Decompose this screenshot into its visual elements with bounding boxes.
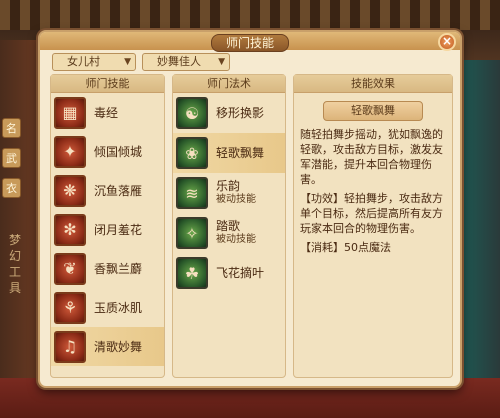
shadow-icon: ☯ [176, 97, 208, 129]
side-tag-3[interactable]: 衣 [2, 178, 21, 198]
roof-decoration [0, 0, 500, 30]
skill-item[interactable]: ❋ 沉鱼落雁 [51, 171, 164, 210]
scroll-icon: ▦ [54, 96, 86, 129]
bird-icon: ❋ [54, 174, 86, 207]
passive-label: 被动技能 [216, 194, 256, 205]
flower-icon: ✻ [54, 213, 86, 246]
skill-name: 闭月羞花 [94, 222, 143, 237]
spell-item[interactable]: ☘ 飞花摘叶 [173, 253, 285, 293]
leaf-icon: ☘ [176, 257, 208, 289]
spell-name: 飞花摘叶 [216, 266, 265, 280]
school-spells-panel: 师门法术 ☯ 移形换影 ❀ 轻歌飘舞 ≋ 乐韵 被动技能 ✧ 踏歌 被动技能 ☘… [172, 74, 286, 378]
school-spells-header: 师门法术 [173, 75, 285, 93]
spell-name: 移形换影 [216, 106, 265, 120]
side-tag-2[interactable]: 武 [2, 148, 21, 168]
dancer-icon: ✦ [54, 135, 86, 168]
skill-name: 沉鱼落雁 [94, 183, 143, 198]
watermark-text: 梦幻工具 [8, 233, 21, 295]
spell-name: 乐韵 被动技能 [216, 179, 256, 205]
skill-effect-panel: 技能效果 轻歌飘舞 随轻拍舞步摇动，犹如飘逸的轻歌，攻击敌方目标，激发友军潜能，… [293, 74, 453, 378]
school-select[interactable]: 女儿村 ▼ [52, 53, 136, 71]
skill-item[interactable]: ✻ 闭月羞花 [51, 210, 164, 249]
skill-name: 玉质冰肌 [94, 300, 143, 315]
effect-cost-text: 【消耗】50点魔法 [300, 241, 391, 254]
music-icon: ≋ [176, 177, 208, 209]
skill-item[interactable]: ▦ 毒经 [51, 93, 164, 132]
spell-item[interactable]: ☯ 移形换影 [173, 93, 285, 133]
spell-name: 踏歌 被动技能 [216, 219, 256, 245]
orchid-icon: ❦ [54, 252, 86, 285]
skill-item[interactable]: ⚘ 玉质冰肌 [51, 288, 164, 327]
spell-name: 轻歌飘舞 [216, 146, 265, 160]
left-wall [0, 40, 40, 418]
close-icon: × [441, 34, 453, 48]
skill-item-selected[interactable]: ♫ 清歌妙舞 [51, 327, 164, 366]
step-icon: ✧ [176, 217, 208, 249]
passive-label: 被动技能 [216, 234, 256, 245]
jade-icon: ⚘ [54, 291, 86, 324]
skill-name: 香飘兰麝 [94, 261, 143, 276]
title-bar: 师门技能 [40, 32, 460, 52]
school-select-value: 女儿村 [67, 55, 100, 68]
chevron-down-icon: ▼ [124, 57, 131, 67]
effect-desc-text: 随轻拍舞步摇动，犹如飘逸的轻歌，攻击敌方目标，激发友军潜能，提升本回合物理伤害。 [300, 128, 443, 186]
spell-item[interactable]: ≋ 乐韵 被动技能 [173, 173, 285, 213]
school-skills-header: 师门技能 [51, 75, 164, 93]
effect-description: 随轻拍舞步摇动，犹如飘逸的轻歌，攻击敌方目标，激发友军潜能，提升本回合物理伤害。… [294, 121, 452, 255]
skill-name: 倾国倾城 [94, 144, 143, 159]
skill-effect-header: 技能效果 [294, 75, 452, 93]
skill-item[interactable]: ❦ 香飘兰麝 [51, 249, 164, 288]
right-wall [460, 60, 500, 418]
song-icon: ♫ [54, 330, 86, 363]
school-skills-list: ▦ 毒经 ✦ 倾国倾城 ❋ 沉鱼落雁 ✻ 闭月羞花 ❦ 香飘兰麝 ⚘ 玉质冰肌 [51, 93, 164, 366]
chevron-down-icon: ▼ [218, 57, 225, 67]
title-select[interactable]: 妙舞佳人 ▼ [142, 53, 230, 71]
spell-item[interactable]: ✧ 踏歌 被动技能 [173, 213, 285, 253]
skill-name: 清歌妙舞 [94, 339, 143, 354]
close-button[interactable]: × [438, 33, 456, 51]
skill-item[interactable]: ✦ 倾国倾城 [51, 132, 164, 171]
title-select-value: 妙舞佳人 [157, 55, 201, 68]
school-skills-panel: 师门技能 ▦ 毒经 ✦ 倾国倾城 ❋ 沉鱼落雁 ✻ 闭月羞花 ❦ 香飘兰麝 ⚘ … [50, 74, 165, 378]
skill-dialog: 师门技能 × 女儿村 ▼ 妙舞佳人 ▼ 师门技能 ▦ 毒经 ✦ 倾国倾城 ❋ 沉… [38, 30, 462, 388]
dance-icon: ❀ [176, 137, 208, 169]
dialog-title: 师门技能 [210, 34, 289, 52]
side-tag-1[interactable]: 名 [2, 118, 21, 138]
spell-item-selected[interactable]: ❀ 轻歌飘舞 [173, 133, 285, 173]
effect-function-text: 【功效】轻拍舞步，攻击敌方单个目标，然后提高所有友方玩家本回合的物理伤害。 [300, 192, 443, 235]
effect-skill-name: 轻歌飘舞 [323, 101, 423, 121]
skill-name: 毒经 [94, 105, 119, 120]
